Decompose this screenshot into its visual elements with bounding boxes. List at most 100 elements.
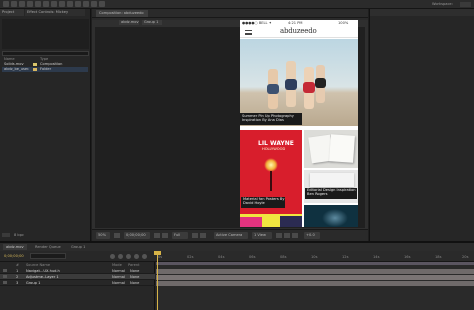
transparency-grid-icon[interactable]	[200, 233, 206, 238]
visibility-eye-icon[interactable]	[3, 269, 7, 272]
layer-tracks[interactable]	[154, 251, 474, 310]
magazine-card[interactable]	[304, 130, 358, 168]
clone-tool-icon[interactable]	[83, 1, 89, 7]
mask-tool-icon[interactable]	[51, 1, 57, 7]
layer-duration-bar[interactable]	[156, 281, 474, 286]
poster-subtitle: HOLLYWOOD	[262, 147, 286, 151]
figure-shape	[285, 79, 297, 90]
timeline-panel: abdz.mov Render Queue Group 1 0;00;00;00…	[0, 241, 474, 310]
sparkler-graphic	[264, 158, 278, 172]
shy-layers-icon[interactable]	[118, 254, 123, 259]
layer-mode[interactable]: Normal	[112, 281, 125, 285]
item-type: Folder	[40, 67, 52, 71]
puppet-tool-icon[interactable]	[99, 1, 105, 7]
table-row[interactable]: 3 Group 1 Normal None	[0, 280, 155, 286]
layer-number: 2	[16, 275, 19, 279]
camera-dropdown[interactable]: Active Camera	[214, 232, 248, 239]
workspace-label: Workspace:	[432, 2, 453, 6]
region-icon[interactable]	[192, 233, 198, 238]
hero-caption: Summer Pin Up Photography Inspiration By…	[240, 113, 302, 125]
timeline-timecode[interactable]: 0;00;00;00	[4, 254, 24, 258]
channel-icon[interactable]	[162, 233, 168, 238]
composition-tabs: Composition: abduzeedo	[92, 9, 368, 18]
editorial-card[interactable]: Editorial Design Inspiration Ben Rogers	[304, 170, 358, 203]
rotate-tool-icon[interactable]	[27, 1, 33, 7]
ruler-tick: 02s	[187, 255, 194, 259]
toggle-pixel-icon[interactable]	[276, 233, 282, 238]
column-number[interactable]: #	[16, 263, 19, 267]
layer-mode[interactable]: Normal	[112, 269, 125, 273]
pan-behind-tool-icon[interactable]	[43, 1, 49, 7]
timecode-field[interactable]: 0;00;00;00	[124, 232, 150, 239]
workspace-dropdown[interactable]	[460, 2, 471, 7]
battery-text: 100%	[338, 21, 349, 25]
label-color-swatch	[33, 68, 37, 71]
snapshot-icon[interactable]	[154, 233, 160, 238]
tab-composition[interactable]: Composition: abduzeedo	[96, 10, 148, 17]
motion-blur-icon[interactable]	[134, 254, 139, 259]
draft-3d-icon[interactable]	[110, 254, 115, 259]
column-parent[interactable]: Parent	[128, 263, 140, 267]
playhead-handle[interactable]	[154, 251, 161, 255]
search-input[interactable]	[2, 51, 89, 56]
column-mode[interactable]: Mode	[112, 263, 122, 267]
camera-tool-icon[interactable]	[35, 1, 41, 7]
column-source-name[interactable]: Source Name	[26, 263, 50, 267]
resolution-dropdown[interactable]: Full	[172, 232, 188, 239]
pen-tool-icon[interactable]	[59, 1, 65, 7]
timeline-tabs: abdz.mov Render Queue Group 1	[0, 243, 474, 251]
work-area-bar[interactable]	[156, 262, 474, 265]
dark-photo-card[interactable]	[304, 205, 358, 227]
tab-effect-controls[interactable]: Effect Controls: Mickey	[25, 9, 85, 16]
ruler-tick: 20s	[462, 255, 469, 259]
site-logo: abduzeedo	[280, 27, 317, 35]
phone-mockup: ●●●●○ BELL ✦ 4:21 PM 100% abduzeedo Summ…	[240, 20, 358, 227]
breadcrumb-abdz[interactable]: abdz.mov	[119, 20, 139, 25]
layer-mode[interactable]: Normal	[112, 275, 125, 279]
column-type[interactable]: Type	[40, 57, 48, 61]
timeline-icon[interactable]	[292, 233, 298, 238]
interpret-footage-icon[interactable]	[2, 233, 10, 237]
poster-card[interactable]: LIL WAYNE HOLLYWOOD Material fan Posters…	[240, 130, 302, 227]
panel-header	[370, 9, 474, 16]
type-tool-icon[interactable]	[67, 1, 73, 7]
composition-panel: Composition: abduzeedo abdz.mov Group 1 …	[92, 9, 368, 241]
time-ruler[interactable]: 0s 02s 04s 06s 08s 10s 12s 14s 16s 18s 2…	[156, 251, 474, 261]
selection-tool-icon[interactable]	[3, 1, 9, 7]
layer-duration-bar[interactable]	[156, 269, 474, 274]
graph-editor-icon[interactable]	[142, 254, 147, 259]
layer-parent[interactable]: None	[130, 269, 139, 273]
visibility-eye-icon[interactable]	[3, 275, 7, 278]
tab-group[interactable]: Group 1	[68, 244, 88, 250]
eraser-tool-icon[interactable]	[91, 1, 97, 7]
visibility-eye-icon[interactable]	[3, 281, 7, 284]
hamburger-menu-icon[interactable]	[245, 30, 252, 35]
ruler-tick: 12s	[342, 255, 349, 259]
column-name[interactable]: Name	[4, 57, 15, 61]
hand-tool-icon[interactable]	[11, 1, 17, 7]
exposure-field[interactable]: +0.0	[304, 232, 320, 239]
bit-depth-button[interactable]: 8 bpc	[14, 233, 24, 237]
item-name: abdz_be_user.	[4, 67, 30, 71]
tab-project[interactable]: Project	[0, 9, 24, 16]
zoom-tool-icon[interactable]	[19, 1, 25, 7]
tab-abdz[interactable]: abdz.mov	[3, 244, 27, 250]
layer-search-input[interactable]	[30, 253, 66, 259]
layer-list: # Source Name Mode Parent 1 Navigat...UX…	[0, 262, 155, 310]
breadcrumb-group[interactable]: Group 1	[142, 20, 162, 25]
tab-render-queue[interactable]: Render Queue	[32, 244, 64, 250]
yellow-card[interactable]	[240, 214, 302, 227]
fast-previews-icon[interactable]	[284, 233, 290, 238]
zoom-dropdown[interactable]: 50%	[96, 232, 110, 239]
composition-controls: 50% 0;00;00;00 Full Active Camera 1 View…	[92, 229, 368, 241]
grid-icon[interactable]	[114, 233, 120, 238]
layer-parent[interactable]: None	[130, 275, 139, 279]
layer-duration-bar[interactable]	[156, 275, 474, 280]
views-dropdown[interactable]: 1 View	[252, 232, 272, 239]
clock-text: 4:21 PM	[288, 21, 303, 25]
brush-tool-icon[interactable]	[75, 1, 81, 7]
list-item[interactable]: abdz_be_user. Folder	[2, 67, 88, 72]
playhead[interactable]	[157, 251, 158, 310]
layer-parent[interactable]: None	[130, 281, 139, 285]
frame-blending-icon[interactable]	[126, 254, 131, 259]
